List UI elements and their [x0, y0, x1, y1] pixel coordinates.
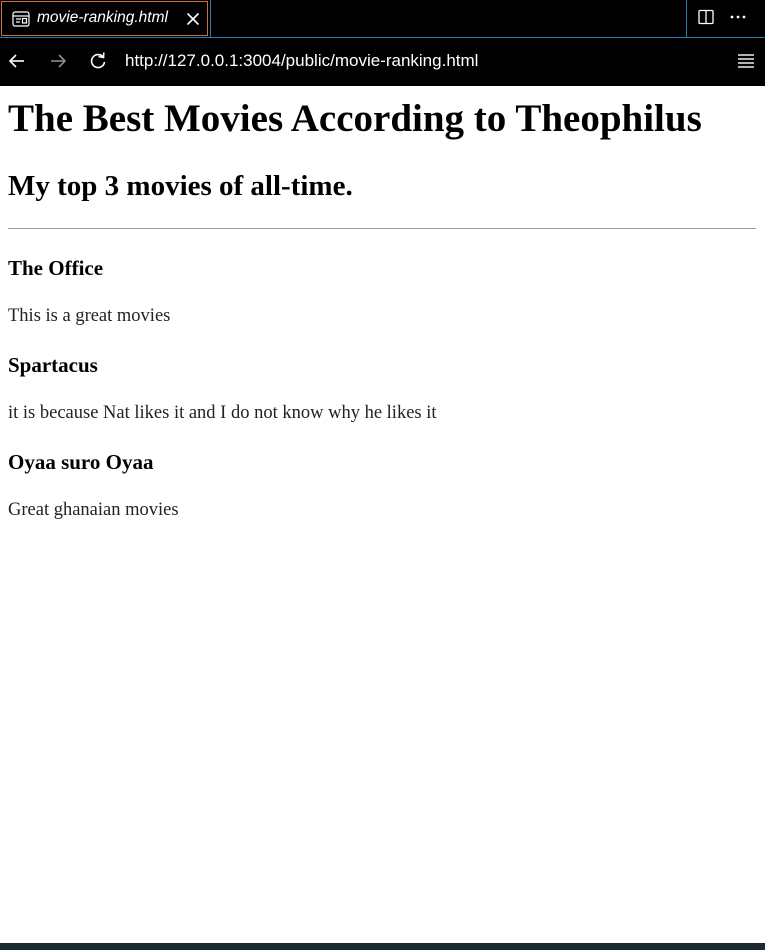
page-content: The Best Movies According to Theophilus …	[0, 86, 765, 943]
page-subheading: My top 3 movies of all-time.	[8, 170, 353, 202]
browser-nav-bar: http://127.0.0.1:3004/public/movie-ranki…	[0, 38, 765, 86]
split-editor-icon[interactable]	[698, 9, 714, 25]
preview-file-icon	[12, 11, 30, 27]
close-icon[interactable]	[185, 11, 201, 27]
movie-title: The Office	[8, 256, 104, 280]
status-strip	[0, 943, 765, 950]
tab-movie-ranking[interactable]: movie-ranking.html	[1, 1, 208, 36]
reload-icon[interactable]	[88, 51, 108, 71]
more-actions-icon[interactable]	[729, 9, 747, 25]
movie-description: Great ghanaian movies	[8, 500, 179, 520]
page-heading: The Best Movies According to Theophilus	[8, 97, 702, 140]
menu-icon[interactable]	[737, 52, 755, 70]
tab-divider	[210, 0, 211, 38]
movie-description: This is a great movies	[8, 306, 171, 326]
arrow-left-icon[interactable]	[7, 51, 27, 71]
movie-description: it is because Nat likes it and I do not …	[8, 403, 437, 423]
divider	[8, 228, 756, 229]
arrow-right-icon[interactable]	[48, 51, 68, 71]
tab-bar: movie-ranking.html	[0, 0, 765, 38]
movie-title: Oyaa suro Oyaa	[8, 450, 154, 474]
tab-title: movie-ranking.html	[37, 9, 168, 26]
editor-actions	[686, 0, 765, 38]
movie-title: Spartacus	[8, 353, 98, 377]
url-field[interactable]: http://127.0.0.1:3004/public/movie-ranki…	[125, 51, 478, 71]
